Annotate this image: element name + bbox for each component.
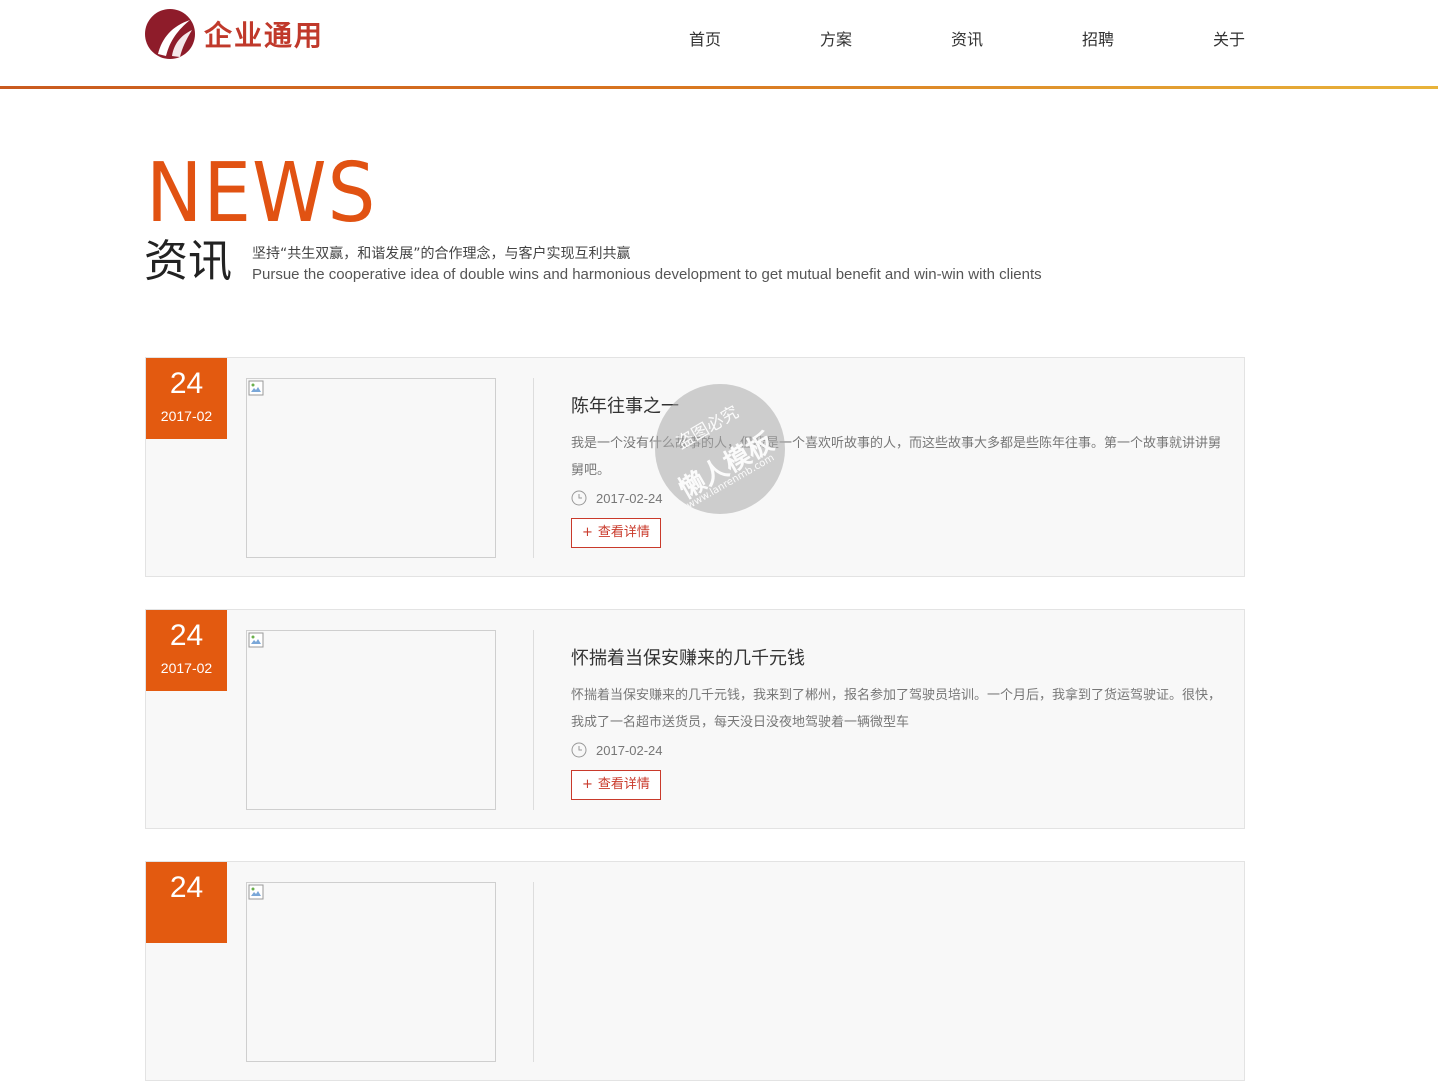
logo-mark-icon — [145, 9, 195, 59]
broken-image-icon — [248, 380, 264, 396]
view-details-label: 查看详情 — [597, 525, 650, 540]
plus-icon: + — [582, 525, 593, 540]
news-thumbnail[interactable] — [246, 630, 496, 810]
date-badge: 24 2017-02 — [146, 610, 227, 691]
nav-item-about[interactable]: 关于 — [1213, 26, 1245, 50]
nav-item-solutions[interactable]: 方案 — [820, 26, 852, 50]
news-summary: 怀揣着当保安赚来的几千元钱，我来到了郴州，报名参加了驾驶员培训。一个月后，我拿到… — [571, 688, 1222, 730]
view-details-button[interactable]: + 查看详情 — [571, 770, 661, 800]
plus-icon: + — [582, 777, 593, 792]
news-thumbnail[interactable] — [246, 378, 496, 558]
date-year-month: 2017-02 — [160, 660, 213, 676]
watermark: 盗图必究 懒人模板 www.lanrenmb.com — [655, 384, 785, 514]
hero-subtitle-cn: 坚持“共生双赢，和谐发展”的合作理念，与客户实现互利共赢 — [252, 246, 631, 262]
logo[interactable]: 企业通用 — [144, 8, 324, 60]
card-divider — [533, 378, 534, 558]
nav-item-recruit[interactable]: 招聘 — [1082, 26, 1114, 50]
hero-subtitle-en: Pursue the cooperative idea of double wi… — [252, 266, 1042, 283]
clock-icon — [571, 742, 587, 758]
view-details-label: 查看详情 — [597, 777, 650, 792]
broken-image-icon — [248, 884, 264, 900]
news-card: 24 — [145, 861, 1245, 1081]
nav-item-news[interactable]: 资讯 — [951, 26, 983, 50]
news-date: 2017-02-24 — [571, 489, 663, 507]
broken-image-icon — [248, 632, 264, 648]
news-card: 24 2017-02 怀揣着当保安赚来的几千元钱 怀揣着当保安赚来的几千元钱，我… — [145, 609, 1245, 829]
clock-icon — [571, 490, 587, 506]
hero-title-en: NEWS — [146, 146, 377, 241]
news-title[interactable]: 怀揣着当保安赚来的几千元钱 — [571, 644, 805, 670]
card-divider — [533, 630, 534, 810]
date-year-month: 2017-02 — [160, 408, 213, 424]
card-divider — [533, 882, 534, 1062]
date-badge: 24 — [146, 862, 227, 943]
date-badge: 24 2017-02 — [146, 358, 227, 439]
news-date-text: 2017-02-24 — [596, 742, 663, 758]
date-day: 24 — [169, 619, 204, 652]
news-title[interactable]: 陈年往事之一 — [571, 392, 679, 418]
nav-item-home[interactable]: 首页 — [689, 26, 721, 50]
news-date-text: 2017-02-24 — [596, 490, 663, 506]
header-divider — [0, 86, 1438, 89]
news-date: 2017-02-24 — [571, 741, 663, 759]
hero-title-cn: 资讯 — [144, 236, 232, 287]
view-details-button[interactable]: + 查看详情 — [571, 518, 661, 548]
date-day: 24 — [169, 367, 204, 400]
header: 企业通用 首页 方案 资讯 招聘 关于 — [0, 0, 1438, 86]
logo-text: 企业通用 — [204, 19, 325, 52]
news-thumbnail[interactable] — [246, 882, 496, 1062]
